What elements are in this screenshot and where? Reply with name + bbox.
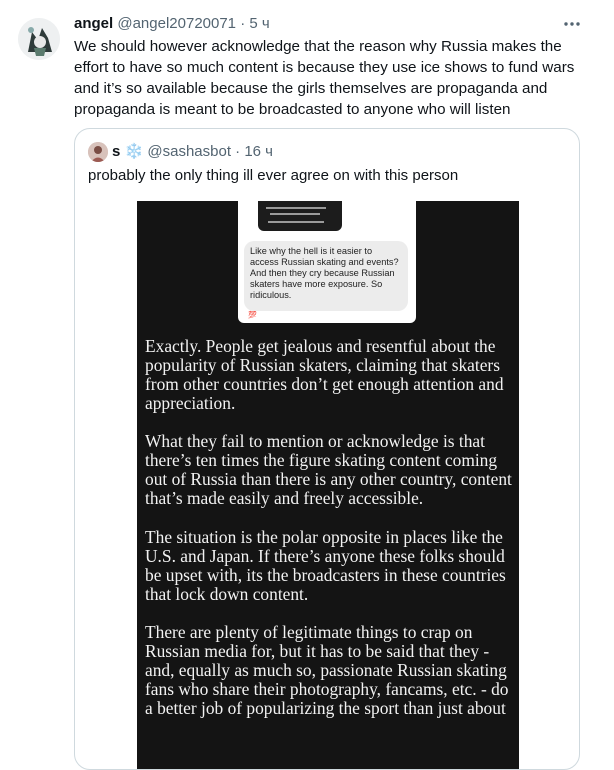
blurred-text — [266, 207, 326, 209]
quoted-author-name[interactable]: s — [112, 143, 120, 160]
media-paragraph-2: What they fail to mention or acknowledge… — [145, 431, 512, 508]
tweet-header: angel @angel20720071 · 5 ч — [74, 14, 270, 34]
separator-dot: · — [235, 143, 241, 160]
quoted-tweet[interactable]: s ❄️ @sashasbot · 16 ч probably the only… — [74, 128, 580, 770]
blurred-text — [270, 213, 320, 215]
more-horizontal-icon — [564, 22, 580, 26]
author-handle[interactable]: @angel20720071 — [117, 15, 236, 32]
blurred-text — [268, 221, 324, 223]
quoted-text: probably the only thing ill ever agree o… — [88, 167, 459, 184]
screenshot-card: Like why the hell is it easier to access… — [238, 201, 416, 323]
media-paragraph-1: Exactly. People get jealous and resentfu… — [145, 336, 504, 413]
avatar-image — [18, 18, 60, 60]
media-paragraph-4: There are plenty of legitimate things to… — [145, 622, 509, 718]
quoted-header: s ❄️ @sashasbot · 16 ч — [112, 142, 273, 162]
quoted-timestamp[interactable]: 16 ч — [244, 143, 273, 160]
tweet-text: We should however acknowledge that the r… — [74, 38, 575, 118]
separator-dot: · — [240, 15, 246, 32]
author-name[interactable]: angel — [74, 15, 113, 32]
quoted-avatar-image — [88, 142, 108, 162]
timestamp[interactable]: 5 ч — [249, 15, 269, 32]
quoted-author-handle[interactable]: @sashasbot — [147, 143, 231, 160]
hundred-icon: 💯 — [248, 312, 257, 319]
media-paragraph-3: The situation is the polar opposite in p… — [145, 527, 506, 604]
tweet[interactable]: angel @angel20720071 · 5 ч We should how… — [0, 0, 614, 770]
message-bubble: Like why the hell is it easier to access… — [244, 241, 408, 311]
quoted-avatar[interactable] — [88, 142, 108, 162]
snowflake-icon: ❄️ — [124, 143, 144, 160]
phone-screenshot — [258, 201, 342, 231]
more-icon[interactable] — [562, 14, 582, 34]
quoted-media-image[interactable]: Like why the hell is it easier to access… — [137, 201, 519, 769]
avatar[interactable] — [18, 18, 60, 60]
